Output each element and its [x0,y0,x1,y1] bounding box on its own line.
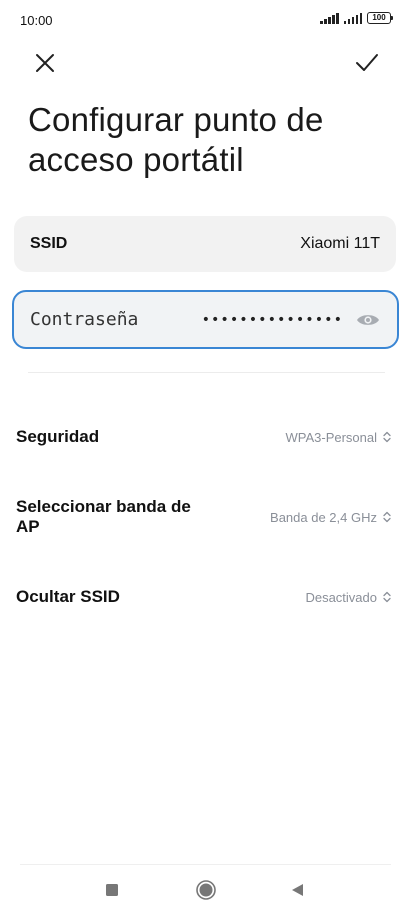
ssid-field[interactable]: SSID Xiaomi 11T [14,216,396,272]
setting-label: Ocultar SSID [16,587,120,606]
square-icon [106,884,118,896]
status-icons: 100 [320,12,393,24]
password-value: ••••••••••••••• [201,311,343,328]
setting-value: WPA3-Personal [285,430,391,445]
chevron-updown-icon [383,431,391,443]
battery-icon: 100 [367,12,393,24]
triangle-back-icon [292,884,303,896]
close-icon [36,54,54,72]
setting-label: Seguridad [16,427,100,446]
nav-divider [20,864,391,865]
status-time: 10:00 [20,13,53,28]
setting-value-text: Banda de 2,4 GHz [270,509,377,525]
setting-value-text: WPA3-Personal [285,429,377,445]
setting-value: Banda de 2,4 GHz [270,510,391,525]
section-divider [28,372,385,373]
checkmark-icon [356,54,378,71]
setting-row-ap-band[interactable]: Seleccionar banda de AP Banda de 2,4 GHz [16,496,391,538]
back-button[interactable] [285,878,309,902]
navigation-bar [0,872,411,906]
setting-value-text: Desactivado [305,589,377,605]
recents-button[interactable] [100,878,124,902]
password-field[interactable]: Contraseña ••••••••••••••• [12,290,399,349]
home-button[interactable] [194,878,218,902]
signal-icon [320,12,339,24]
chevron-updown-icon [383,511,391,523]
setting-row-security[interactable]: Seguridad WPA3-Personal [16,426,391,448]
eye-icon[interactable] [355,311,381,329]
status-bar: 10:00 100 [0,0,411,40]
close-button[interactable] [30,48,60,78]
password-label: Contraseña [30,309,139,330]
setting-row-hide-ssid[interactable]: Ocultar SSID Desactivado [16,586,391,608]
confirm-button[interactable] [352,48,382,78]
ssid-label: SSID [30,235,68,252]
page-title: Configurar punto de acceso portátil [28,101,324,178]
circle-icon [196,880,216,900]
signal-icon-2 [343,12,362,24]
ssid-value: Xiaomi 11T [300,235,380,252]
setting-label: Seleccionar banda de AP [16,497,191,536]
setting-value: Desactivado [305,590,391,605]
chevron-updown-icon [383,591,391,603]
